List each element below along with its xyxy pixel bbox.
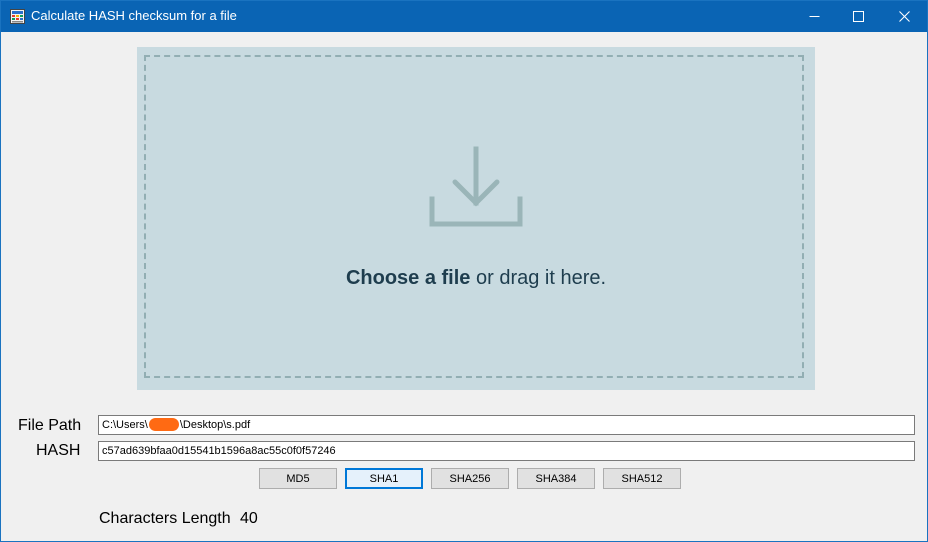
- characters-length-value: 40: [240, 510, 258, 527]
- choose-file-link[interactable]: Choose a file: [346, 267, 470, 289]
- file-path-label: File Path: [18, 417, 82, 434]
- sha1-button[interactable]: SHA1: [345, 468, 423, 489]
- close-button[interactable]: [881, 1, 927, 32]
- characters-length-label: Characters Length: [99, 510, 231, 527]
- md5-button[interactable]: MD5: [259, 468, 337, 489]
- file-path-field[interactable]: C:\Users\ \Desktop\s.pdf: [98, 415, 915, 435]
- sha256-button[interactable]: SHA256: [431, 468, 509, 489]
- hash-label: HASH: [36, 442, 81, 459]
- download-icon: [429, 146, 523, 232]
- minimize-button[interactable]: [791, 1, 837, 32]
- window-title: Calculate HASH checksum for a file: [31, 8, 237, 23]
- app-window: Calculate HASH checksum for a file Choos…: [0, 0, 928, 542]
- app-icon: [10, 9, 25, 24]
- close-icon: [898, 11, 910, 22]
- file-drop-zone[interactable]: Choose a file or drag it here.: [137, 47, 815, 390]
- file-path-prefix: C:\Users\: [102, 419, 148, 431]
- file-path-suffix: \Desktop\s.pdf: [179, 419, 251, 431]
- minimize-icon: [809, 16, 819, 17]
- drop-zone-text: Choose a file or drag it here.: [137, 267, 815, 290]
- title-bar[interactable]: Calculate HASH checksum for a file: [1, 1, 927, 32]
- maximize-button[interactable]: [835, 1, 881, 32]
- maximize-icon: [852, 11, 864, 22]
- drag-hint-text: or drag it here.: [470, 267, 607, 289]
- sha384-button[interactable]: SHA384: [517, 468, 595, 489]
- redaction-mark: [148, 418, 179, 431]
- hash-field[interactable]: c57ad639bfaa0d15541b1596a8ac55c0f0f57246: [98, 441, 915, 461]
- sha512-button[interactable]: SHA512: [603, 468, 681, 489]
